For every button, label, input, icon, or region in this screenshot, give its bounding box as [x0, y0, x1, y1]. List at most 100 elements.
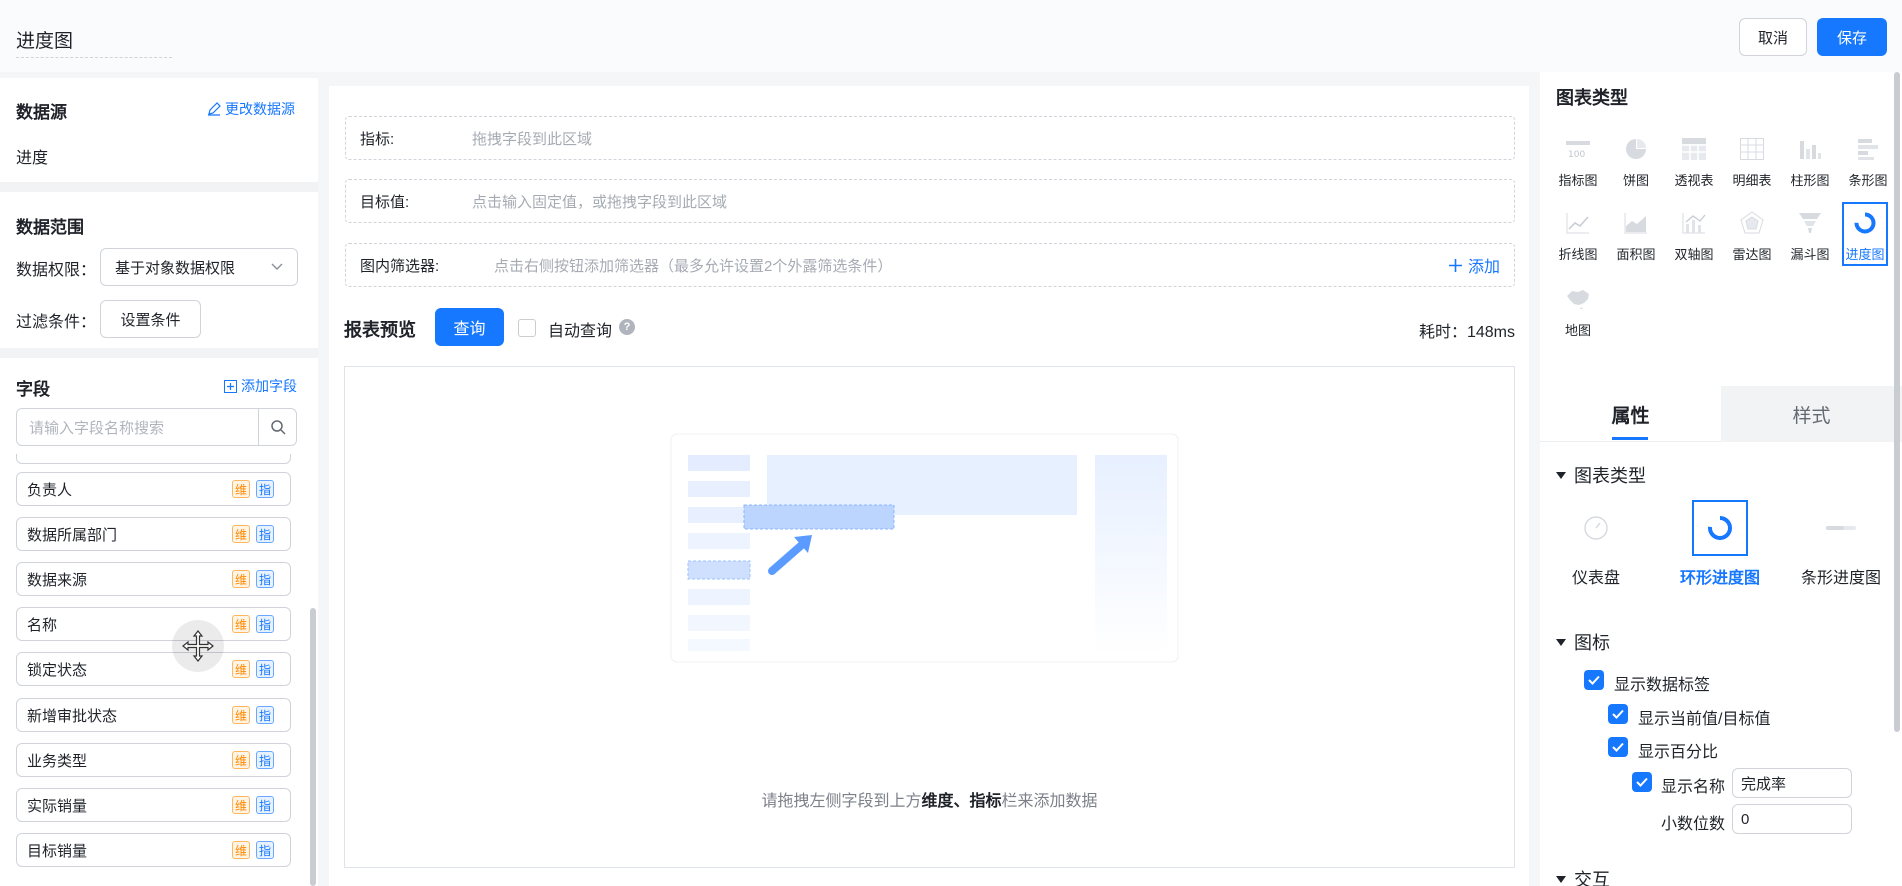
chart-type-indicator[interactable]: 100 指标图 [1554, 130, 1602, 196]
list-item[interactable] [16, 454, 291, 464]
subtype-bar-progress[interactable]: 条形进度图 [1786, 500, 1896, 588]
chart-type-label: 地图 [1564, 323, 1591, 338]
bar-progress-icon [1826, 526, 1856, 530]
scrollbar[interactable] [310, 608, 316, 886]
chart-type-pie[interactable]: 饼图 [1612, 130, 1660, 196]
list-item[interactable]: 业务类型 维指 [16, 743, 291, 777]
group-interaction[interactable]: 交互 [1556, 866, 1610, 886]
list-item[interactable]: 目标销量 维指 [16, 833, 291, 867]
show-percent-text: 显示百分比 [1638, 744, 1719, 761]
metric-tag[interactable]: 指 [256, 751, 274, 769]
right-scrollbar[interactable] [1894, 72, 1900, 732]
change-datasource-label: 更改数据源 [225, 101, 295, 117]
decimal-input[interactable]: 0 [1732, 804, 1852, 834]
search-button[interactable] [258, 409, 296, 445]
add-field-link[interactable]: 添加字段 [224, 376, 297, 396]
chart-type-funnel[interactable]: 漏斗图 [1786, 204, 1834, 270]
metric-tag[interactable]: 指 [256, 660, 274, 678]
show-data-label-checkbox[interactable] [1584, 670, 1604, 690]
chart-type-radar[interactable]: 雷达图 [1728, 204, 1776, 270]
list-item[interactable]: 新增审批状态 维指 [16, 698, 291, 732]
filter-label: 图内筛选器: [360, 257, 440, 275]
chart-type-progress[interactable]: 进度图 [1842, 202, 1888, 266]
list-item[interactable]: 名称 维指 [16, 607, 291, 641]
subtype-ring-progress[interactable]: 环形进度图 [1665, 500, 1775, 588]
chart-type-label: 透视表 [1674, 173, 1714, 188]
add-filter-button[interactable]: 添加 [1448, 253, 1500, 277]
plus-icon [1448, 258, 1462, 272]
dimension-tag[interactable]: 维 [232, 570, 250, 588]
dimension-tag[interactable]: 维 [232, 480, 250, 498]
field-name: 新增审批状态 [27, 707, 118, 725]
dimension-tag[interactable]: 维 [232, 525, 250, 543]
chart-type-area[interactable]: 面积图 [1612, 204, 1660, 270]
chart-type-bar[interactable]: 条形图 [1844, 130, 1892, 196]
tab-style[interactable]: 样式 [1721, 386, 1902, 442]
tab-properties[interactable]: 属性 [1540, 386, 1721, 442]
set-condition-button[interactable]: 设置条件 [100, 300, 201, 338]
save-button[interactable]: 保存 [1817, 18, 1887, 56]
show-name-text: 显示名称 [1661, 779, 1726, 796]
field-name: 负责人 [27, 481, 73, 499]
list-item[interactable]: 实际销量 维指 [16, 788, 291, 822]
chart-type-line[interactable]: 折线图 [1554, 204, 1602, 270]
chart-type-column[interactable]: 柱形图 [1786, 130, 1834, 196]
chart-type-pivot[interactable]: 透视表 [1670, 130, 1718, 196]
map-icon [1565, 286, 1591, 312]
metric-tag[interactable]: 指 [256, 570, 274, 588]
metric-tag[interactable]: 指 [256, 796, 274, 814]
permission-value: 基于对象数据权限 [115, 259, 236, 277]
group-chart-type[interactable]: 图表类型 [1556, 462, 1646, 488]
filter-label: 过滤条件： [16, 314, 97, 331]
field-search-input[interactable]: 请输入字段名称搜索 [17, 409, 258, 445]
group-legend[interactable]: 图标 [1556, 629, 1610, 655]
funnel-chart-icon [1797, 210, 1823, 236]
help-icon[interactable]: ? [619, 319, 635, 335]
list-item[interactable]: 锁定状态 维指 [16, 652, 291, 686]
edit-icon [208, 102, 221, 116]
list-item[interactable]: 数据所属部门 维指 [16, 517, 291, 551]
name-input[interactable]: 完成率 [1732, 768, 1852, 798]
query-button[interactable]: 查询 [435, 308, 504, 346]
left-panel: 数据源 更改数据源 进度 数据范围 数据权限： 基于对象数据权限 过滤条件： 设… [0, 78, 318, 886]
show-name-checkbox[interactable] [1632, 772, 1652, 792]
check-icon [1612, 709, 1624, 719]
pie-chart-icon [1623, 136, 1649, 162]
list-item[interactable]: 数据来源 维指 [16, 562, 291, 596]
metric-label: 指标: [360, 130, 395, 148]
metric-tag[interactable]: 指 [256, 615, 274, 633]
subtype-gauge[interactable]: 仪表盘 [1541, 500, 1651, 588]
chart-types-title: 图表类型 [1556, 88, 1628, 108]
chart-type-map[interactable]: 地图 [1554, 280, 1602, 346]
divider [0, 182, 318, 192]
chart-type-detail[interactable]: 明细表 [1728, 130, 1776, 196]
permission-select[interactable]: 基于对象数据权限 [100, 248, 298, 286]
dimension-tag[interactable]: 维 [232, 660, 250, 678]
change-datasource-link[interactable]: 更改数据源 [207, 99, 295, 119]
show-current-target-checkbox[interactable] [1608, 704, 1628, 724]
auto-query-checkbox[interactable] [518, 319, 536, 337]
chart-type-dual-axis[interactable]: 双轴图 [1670, 204, 1718, 270]
filter-drop-zone[interactable]: 图内筛选器: 点击右侧按钮添加筛选器（最多允许设置2个外露筛选条件） 添加 [345, 243, 1515, 287]
list-item[interactable]: 负责人 维指 [16, 472, 291, 506]
metric-tag[interactable]: 指 [256, 480, 274, 498]
metric-tag[interactable]: 指 [256, 525, 274, 543]
metric-drop-zone[interactable]: 指标: 拖拽字段到此区域 [345, 116, 1515, 160]
metric-tag[interactable]: 指 [256, 841, 274, 859]
area-chart-icon [1623, 210, 1649, 236]
top-bar: 进度图 取消 保存 [0, 0, 1902, 72]
dimension-tag[interactable]: 维 [232, 706, 250, 724]
show-percent-checkbox[interactable] [1608, 737, 1628, 757]
dimension-tag[interactable]: 维 [232, 751, 250, 769]
bar-chart-icon [1855, 136, 1881, 162]
dimension-tag[interactable]: 维 [232, 796, 250, 814]
cancel-button[interactable]: 取消 [1739, 18, 1807, 56]
target-drop-zone[interactable]: 目标值: 点击输入固定值，或拖拽字段到此区域 [345, 179, 1515, 223]
report-title-input[interactable]: 进度图 [16, 18, 172, 58]
dimension-tag[interactable]: 维 [232, 615, 250, 633]
metric-tag[interactable]: 指 [256, 706, 274, 724]
add-filter-label: 添加 [1467, 259, 1500, 276]
check-icon [1588, 675, 1600, 685]
dimension-tag[interactable]: 维 [232, 841, 250, 859]
preview-title: 报表预览 [344, 320, 416, 340]
